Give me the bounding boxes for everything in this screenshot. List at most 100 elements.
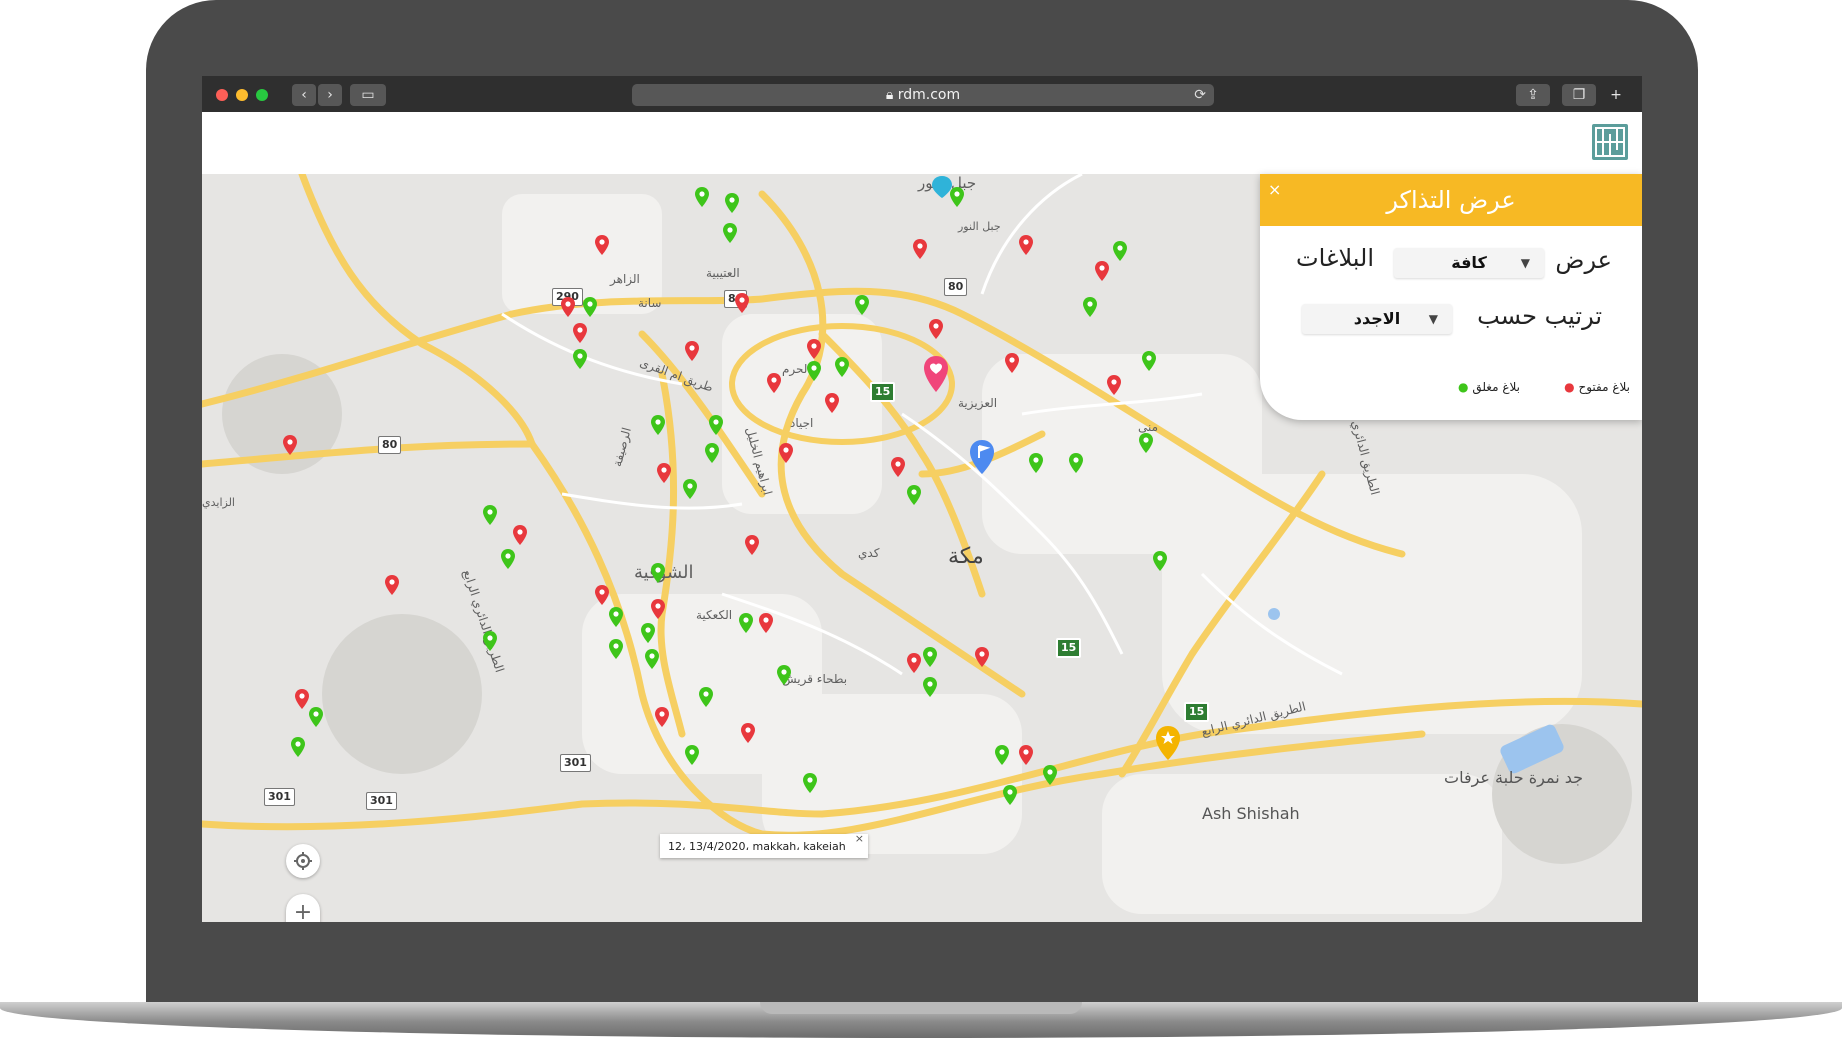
open-ticket-pin-icon[interactable] bbox=[824, 392, 840, 414]
open-ticket-pin-icon[interactable] bbox=[1018, 744, 1034, 766]
open-ticket-pin-icon[interactable] bbox=[594, 584, 610, 606]
closed-ticket-pin-icon[interactable] bbox=[684, 744, 700, 766]
closed-ticket-pin-icon[interactable] bbox=[1152, 550, 1168, 572]
my-location-button[interactable] bbox=[286, 844, 320, 878]
closed-ticket-pin-icon[interactable] bbox=[1112, 240, 1128, 262]
star-marker-icon[interactable] bbox=[1154, 724, 1182, 762]
closed-ticket-pin-icon[interactable] bbox=[704, 442, 720, 464]
tabs-button[interactable]: ❐ bbox=[1562, 84, 1596, 106]
closed-ticket-pin-icon[interactable] bbox=[806, 360, 822, 382]
closed-ticket-pin-icon[interactable] bbox=[608, 606, 624, 628]
closed-ticket-pin-icon[interactable] bbox=[922, 676, 938, 698]
new-tab-button[interactable]: + bbox=[1604, 84, 1628, 106]
open-ticket-pin-icon[interactable] bbox=[758, 612, 774, 634]
sidebar-icon: ▭ bbox=[361, 87, 375, 103]
open-ticket-pin-icon[interactable] bbox=[806, 338, 822, 360]
open-ticket-pin-icon[interactable] bbox=[654, 706, 670, 728]
open-ticket-pin-icon[interactable] bbox=[928, 318, 944, 340]
open-ticket-pin-icon[interactable] bbox=[656, 462, 672, 484]
road-shield: 15 bbox=[1184, 702, 1210, 722]
closed-ticket-pin-icon[interactable] bbox=[698, 686, 714, 708]
show-select[interactable]: كافة ▼ bbox=[1394, 248, 1544, 278]
open-ticket-pin-icon[interactable] bbox=[384, 574, 400, 596]
closed-ticket-pin-icon[interactable] bbox=[640, 622, 656, 644]
panel-close-button[interactable]: × bbox=[1268, 164, 1281, 216]
closed-ticket-pin-icon[interactable] bbox=[694, 186, 710, 208]
open-ticket-pin-icon[interactable] bbox=[1004, 352, 1020, 374]
address-bar[interactable]: 🔒︎ rdm.com ⟳ bbox=[632, 84, 1214, 106]
closed-ticket-pin-icon[interactable] bbox=[776, 664, 792, 686]
reload-icon[interactable]: ⟳ bbox=[1194, 84, 1206, 106]
open-ticket-pin-icon[interactable] bbox=[684, 340, 700, 362]
closed-ticket-pin-icon[interactable] bbox=[1082, 296, 1098, 318]
tooltip-close-button[interactable]: × bbox=[855, 826, 864, 852]
closed-ticket-pin-icon[interactable] bbox=[854, 294, 870, 316]
open-ticket-pin-icon[interactable] bbox=[594, 234, 610, 256]
closed-ticket-pin-icon[interactable] bbox=[802, 772, 818, 794]
zoom-in-button[interactable]: + bbox=[286, 894, 320, 922]
closed-ticket-pin-icon[interactable] bbox=[482, 504, 498, 526]
share-button[interactable]: ⇪ bbox=[1516, 84, 1550, 106]
closed-ticket-pin-icon[interactable] bbox=[994, 744, 1010, 766]
open-ticket-pin-icon[interactable] bbox=[890, 456, 906, 478]
closed-ticket-pin-icon[interactable] bbox=[290, 736, 306, 758]
closed-ticket-pin-icon[interactable] bbox=[308, 706, 324, 728]
open-ticket-pin-icon[interactable] bbox=[778, 442, 794, 464]
closed-ticket-pin-icon[interactable] bbox=[1138, 432, 1154, 454]
closed-ticket-pin-icon[interactable] bbox=[482, 630, 498, 652]
browser-window: ‹ › ▭ 🔒︎ rdm.com ⟳ ⇪ ❐ + جبل النور جبل ا… bbox=[202, 76, 1642, 922]
closed-ticket-pin-icon[interactable] bbox=[608, 638, 624, 660]
open-ticket-pin-icon[interactable] bbox=[572, 322, 588, 344]
closed-ticket-pin-icon[interactable] bbox=[1141, 350, 1157, 372]
open-ticket-pin-icon[interactable] bbox=[1018, 234, 1034, 256]
maximize-window-button[interactable] bbox=[256, 89, 268, 101]
sort-select[interactable]: الاجدد ▼ bbox=[1302, 304, 1452, 334]
closed-ticket-pin-icon[interactable] bbox=[834, 356, 850, 378]
sidebar-toggle-button[interactable]: ▭ bbox=[350, 84, 386, 106]
open-ticket-pin-icon[interactable] bbox=[974, 646, 990, 668]
closed-ticket-pin-icon[interactable] bbox=[1042, 764, 1058, 786]
minimize-window-button[interactable] bbox=[236, 89, 248, 101]
road-shield: 15 bbox=[870, 382, 896, 402]
back-button[interactable]: ‹ bbox=[292, 84, 316, 106]
closed-ticket-pin-icon[interactable] bbox=[738, 612, 754, 634]
closed-ticket-pin-icon[interactable] bbox=[582, 296, 598, 318]
closed-ticket-pin-icon[interactable] bbox=[722, 222, 738, 244]
show-select-value: كافة bbox=[1451, 253, 1487, 272]
open-ticket-pin-icon[interactable] bbox=[744, 534, 760, 556]
open-ticket-pin-icon[interactable] bbox=[912, 238, 928, 260]
closed-ticket-pin-icon[interactable] bbox=[708, 414, 724, 436]
closed-ticket-pin-icon[interactable] bbox=[906, 484, 922, 506]
selected-location-marker[interactable] bbox=[922, 354, 950, 394]
open-ticket-pin-icon[interactable] bbox=[512, 524, 528, 546]
open-ticket-pin-icon[interactable] bbox=[766, 372, 782, 394]
open-ticket-pin-icon[interactable] bbox=[560, 296, 576, 318]
open-ticket-pin-icon[interactable] bbox=[740, 722, 756, 744]
place-label: اجياد bbox=[790, 416, 814, 430]
open-ticket-pin-icon[interactable] bbox=[906, 652, 922, 674]
open-ticket-pin-icon[interactable] bbox=[650, 598, 666, 620]
closed-ticket-pin-icon[interactable] bbox=[724, 192, 740, 214]
road-shield: 80 bbox=[944, 278, 968, 296]
close-window-button[interactable] bbox=[216, 89, 228, 101]
closed-ticket-pin-icon[interactable] bbox=[650, 562, 666, 584]
open-ticket-pin-icon[interactable] bbox=[734, 292, 750, 314]
closed-ticket-pin-icon[interactable] bbox=[682, 478, 698, 500]
closed-ticket-pin-icon[interactable] bbox=[644, 648, 660, 670]
closed-ticket-pin-icon[interactable] bbox=[1028, 452, 1044, 474]
sort-select-value: الاجدد bbox=[1353, 309, 1401, 328]
open-ticket-pin-icon[interactable] bbox=[1094, 260, 1110, 282]
closed-ticket-pin-icon[interactable] bbox=[500, 548, 516, 570]
show-label: عرض bbox=[1555, 246, 1612, 274]
closed-ticket-pin-icon[interactable] bbox=[1068, 452, 1084, 474]
closed-ticket-pin-icon[interactable] bbox=[650, 414, 666, 436]
open-ticket-pin-icon[interactable] bbox=[1106, 374, 1122, 396]
share-icon: ⇪ bbox=[1527, 87, 1539, 103]
site-logo[interactable] bbox=[1592, 124, 1628, 160]
flag-marker-icon[interactable] bbox=[968, 438, 996, 476]
open-ticket-pin-icon[interactable] bbox=[282, 434, 298, 456]
closed-ticket-pin-icon[interactable] bbox=[572, 348, 588, 370]
forward-button[interactable]: › bbox=[318, 84, 342, 106]
closed-ticket-pin-icon[interactable] bbox=[1002, 784, 1018, 806]
closed-ticket-pin-icon[interactable] bbox=[922, 646, 938, 668]
